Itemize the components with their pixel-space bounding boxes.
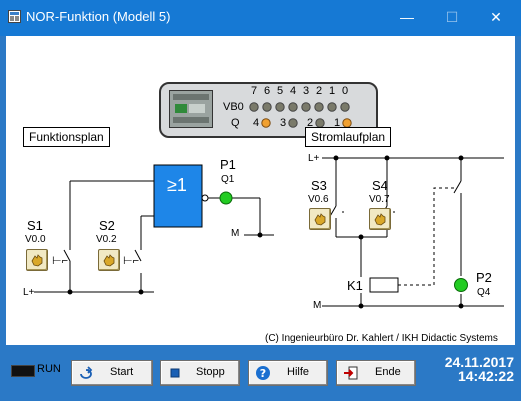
s1-address: V0.0 [25, 234, 46, 245]
minimize-button[interactable]: — [387, 5, 427, 29]
diagram-area: 7 6 5 4 3 2 1 0 VB0 Q 4 3 2 1 Funktionsp… [6, 36, 515, 355]
start-label: Start [110, 366, 134, 378]
p2-address: Q4 [477, 287, 491, 298]
help-label: Hilfe [287, 366, 310, 378]
run-led [11, 365, 35, 377]
s3-name: S3 [311, 178, 327, 193]
s3-address: V0.6 [308, 194, 329, 205]
p1-address: Q1 [221, 174, 235, 185]
s2-button[interactable] [98, 249, 120, 271]
help-icon: ? [256, 366, 270, 380]
exit-icon [344, 366, 358, 380]
gate-inversion-bubble [201, 194, 209, 202]
title-bar: NOR-Funktion (Modell 5) — ☐ ✕ [0, 0, 521, 36]
time-text: 14:42:22 [457, 368, 514, 384]
s2-address: V0.2 [96, 234, 117, 245]
datetime-display: 24.11.2017 14:42:22 [424, 355, 514, 383]
p1-name: P1 [220, 157, 236, 172]
start-button[interactable]: Start [71, 360, 153, 386]
lamp-p2 [454, 278, 468, 292]
ladder-supply-label: L+ [308, 153, 320, 164]
s2-contact-icon: ⊢⌐ [123, 255, 140, 267]
hand-icon [31, 254, 43, 267]
relay-coil-k1 [369, 277, 399, 293]
stop-label: Stopp [196, 366, 225, 378]
s2-name: S2 [99, 218, 115, 233]
s3-button[interactable] [309, 208, 331, 230]
date-text: 24.11.2017 [444, 354, 514, 370]
help-button[interactable]: ? Hilfe [248, 360, 328, 386]
p2-name: P2 [476, 270, 492, 285]
hand-icon [374, 213, 386, 226]
s1-name: S1 [27, 218, 43, 233]
s4-name: S4 [372, 178, 388, 193]
gate-symbol: ≥1 [167, 175, 187, 195]
ladder-title: Stromlaufplan [305, 127, 392, 147]
stop-button[interactable]: Stopp [160, 360, 240, 386]
s4-address: V0.7 [369, 194, 390, 205]
s1-contact-icon: ⊢⌐ [52, 255, 69, 267]
run-label: RUN [37, 363, 61, 375]
fup-ground-label: M [231, 228, 240, 239]
hand-icon [314, 213, 326, 226]
k1-name: K1 [347, 278, 363, 293]
end-button[interactable]: Ende [336, 360, 416, 386]
svg-text:?: ? [260, 367, 266, 380]
run-indicator: RUN [11, 363, 67, 377]
s4-button[interactable] [369, 208, 391, 230]
hand-icon [103, 254, 115, 267]
lamp-p1 [219, 191, 233, 205]
window-title: NOR-Funktion (Modell 5) [26, 9, 171, 24]
stop-icon [170, 368, 180, 378]
wiring-diagram [34, 155, 504, 309]
ladder-ground-label: M [313, 300, 322, 311]
app-icon [8, 10, 21, 23]
loop-icon [80, 366, 93, 379]
maximize-button[interactable]: ☐ [432, 5, 472, 29]
end-label: Ende [375, 366, 401, 378]
fup-title: Funktionsplan [23, 127, 110, 147]
fup-supply-label: L+ [23, 287, 35, 298]
application-window: NOR-Funktion (Modell 5) — ☐ ✕ 7 6 5 4 3 … [0, 0, 521, 401]
s1-button[interactable] [26, 249, 48, 271]
close-button[interactable]: ✕ [476, 5, 516, 29]
